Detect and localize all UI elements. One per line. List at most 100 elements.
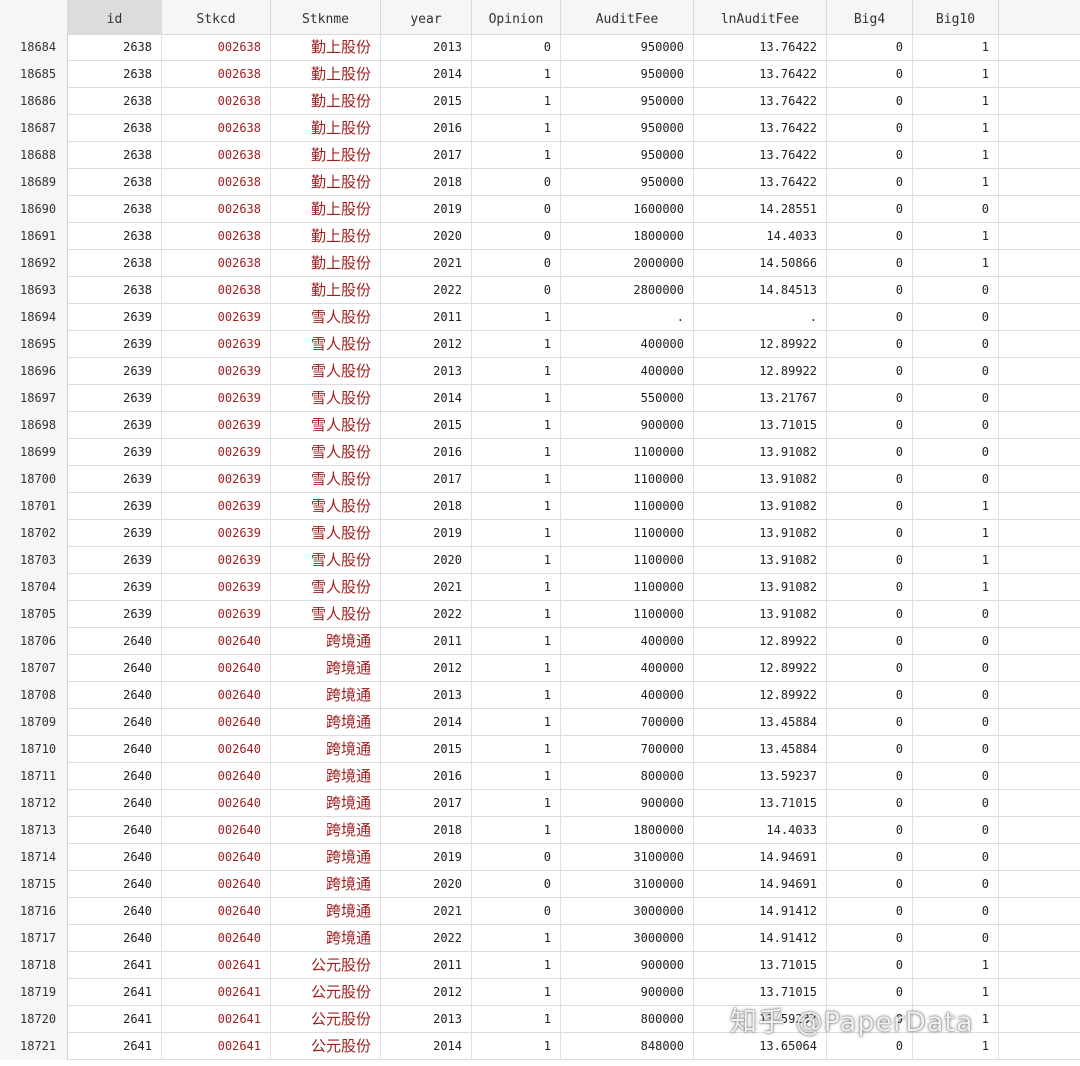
year-cell[interactable]: 2022 [381, 277, 472, 304]
year-cell[interactable]: 2014 [381, 1033, 472, 1060]
id-cell[interactable]: 2641 [68, 979, 162, 1006]
id-cell[interactable]: 2639 [68, 601, 162, 628]
stkcd-cell[interactable]: 002638 [162, 169, 271, 196]
stkcd-cell[interactable]: 002639 [162, 601, 271, 628]
table-row[interactable]: 18706 2640 002640 跨境通 2011 1 400000 12.89922 0 0 [0, 628, 1080, 655]
big4-cell[interactable]: 0 [827, 655, 913, 682]
big10-cell[interactable]: 1 [913, 250, 999, 277]
lnauditfee-cell[interactable]: 14.94691 [694, 844, 827, 871]
year-cell[interactable]: 2017 [381, 142, 472, 169]
year-cell[interactable]: 2022 [381, 925, 472, 952]
stkcd-cell[interactable]: 002638 [162, 61, 271, 88]
stkcd-cell[interactable]: 002639 [162, 547, 271, 574]
table-row[interactable]: 18693 2638 002638 勤上股份 2022 0 2800000 14.84513 0… [0, 277, 1080, 304]
id-cell[interactable]: 2640 [68, 817, 162, 844]
table-row[interactable]: 18714 2640 002640 跨境通 2019 0 3100000 14.94691 0 0 [0, 844, 1080, 871]
row-number[interactable]: 18708 [0, 682, 68, 709]
big10-cell[interactable]: 1 [913, 61, 999, 88]
year-cell[interactable]: 2020 [381, 223, 472, 250]
table-row[interactable]: 18711 2640 002640 跨境通 2016 1 800000 13.59237 0 0 [0, 763, 1080, 790]
big4-cell[interactable]: 0 [827, 979, 913, 1006]
lnauditfee-cell[interactable]: 12.89922 [694, 628, 827, 655]
opinion-cell[interactable]: 1 [472, 925, 561, 952]
auditfee-cell[interactable]: 400000 [561, 358, 694, 385]
big10-cell[interactable]: 1 [913, 547, 999, 574]
id-cell[interactable]: 2640 [68, 628, 162, 655]
year-cell[interactable]: 2020 [381, 547, 472, 574]
stkcd-cell[interactable]: 002639 [162, 331, 271, 358]
table-row[interactable]: 18703 2639 002639 雪人股份 2020 1 1100000 13.91082 0… [0, 547, 1080, 574]
row-number[interactable]: 18721 [0, 1033, 68, 1060]
stkcd-cell[interactable]: 002640 [162, 925, 271, 952]
row-number[interactable]: 18699 [0, 439, 68, 466]
big4-cell[interactable]: 0 [827, 61, 913, 88]
big4-cell[interactable]: 0 [827, 412, 913, 439]
row-number[interactable]: 18707 [0, 655, 68, 682]
row-number[interactable]: 18698 [0, 412, 68, 439]
table-row[interactable]: 18688 2638 002638 勤上股份 2017 1 950000 13.76422 0 1 [0, 142, 1080, 169]
lnauditfee-cell[interactable]: 13.91082 [694, 601, 827, 628]
lnauditfee-cell[interactable]: 14.91412 [694, 925, 827, 952]
big10-cell[interactable]: 0 [913, 898, 999, 925]
auditfee-cell[interactable]: 800000 [561, 763, 694, 790]
lnauditfee-cell[interactable]: 13.76422 [694, 61, 827, 88]
year-cell[interactable]: 2012 [381, 655, 472, 682]
stknme-cell[interactable]: 跨境通 [271, 682, 381, 709]
big10-cell[interactable]: 1 [913, 1006, 999, 1033]
stknme-cell[interactable]: 跨境通 [271, 655, 381, 682]
stknme-cell[interactable]: 公元股份 [271, 979, 381, 1006]
stkcd-cell[interactable]: 002639 [162, 493, 271, 520]
auditfee-cell[interactable]: 900000 [561, 790, 694, 817]
opinion-cell[interactable]: 1 [472, 628, 561, 655]
year-cell[interactable]: 2021 [381, 250, 472, 277]
stkcd-cell[interactable]: 002640 [162, 790, 271, 817]
table-row[interactable]: 18701 2639 002639 雪人股份 2018 1 1100000 13.91082 0… [0, 493, 1080, 520]
opinion-cell[interactable]: 0 [472, 871, 561, 898]
big10-cell[interactable]: 0 [913, 331, 999, 358]
auditfee-cell[interactable]: 400000 [561, 331, 694, 358]
stknme-cell[interactable]: 雪人股份 [271, 574, 381, 601]
auditfee-cell[interactable]: 1100000 [561, 547, 694, 574]
lnauditfee-cell[interactable]: 13.91082 [694, 493, 827, 520]
opinion-cell[interactable]: 1 [472, 331, 561, 358]
big10-cell[interactable]: 1 [913, 142, 999, 169]
opinion-cell[interactable]: 1 [472, 493, 561, 520]
id-cell[interactable]: 2641 [68, 952, 162, 979]
big10-cell[interactable]: 0 [913, 682, 999, 709]
row-number[interactable]: 18701 [0, 493, 68, 520]
lnauditfee-cell[interactable]: 12.89922 [694, 358, 827, 385]
lnauditfee-cell[interactable]: 13.76422 [694, 169, 827, 196]
lnauditfee-cell[interactable]: 13.91082 [694, 574, 827, 601]
big10-cell[interactable]: 0 [913, 601, 999, 628]
stkcd-cell[interactable]: 002638 [162, 142, 271, 169]
big10-cell[interactable]: 0 [913, 412, 999, 439]
table-row[interactable]: 18685 2638 002638 勤上股份 2014 1 950000 13.76422 0 1 [0, 61, 1080, 88]
row-number[interactable]: 18692 [0, 250, 68, 277]
table-row[interactable]: 18713 2640 002640 跨境通 2018 1 1800000 14.4033 0 0 [0, 817, 1080, 844]
opinion-cell[interactable]: 1 [472, 412, 561, 439]
lnauditfee-cell[interactable]: 13.71015 [694, 952, 827, 979]
table-row[interactable]: 18696 2639 002639 雪人股份 2013 1 400000 12.89922 0 0 [0, 358, 1080, 385]
big4-cell[interactable]: 0 [827, 304, 913, 331]
year-cell[interactable]: 2017 [381, 790, 472, 817]
big4-cell[interactable]: 0 [827, 736, 913, 763]
big10-cell[interactable]: 0 [913, 763, 999, 790]
big4-cell[interactable]: 0 [827, 790, 913, 817]
id-cell[interactable]: 2639 [68, 493, 162, 520]
id-cell[interactable]: 2640 [68, 682, 162, 709]
id-cell[interactable]: 2640 [68, 655, 162, 682]
stknme-cell[interactable]: 雪人股份 [271, 493, 381, 520]
id-cell[interactable]: 2641 [68, 1033, 162, 1060]
lnauditfee-cell[interactable]: 13.91082 [694, 520, 827, 547]
auditfee-cell[interactable]: 1100000 [561, 493, 694, 520]
lnauditfee-cell[interactable]: 13.71015 [694, 790, 827, 817]
row-number[interactable]: 18694 [0, 304, 68, 331]
stknme-cell[interactable]: 跨境通 [271, 925, 381, 952]
opinion-cell[interactable]: 1 [472, 790, 561, 817]
big4-cell[interactable]: 0 [827, 493, 913, 520]
stknme-cell[interactable]: 跨境通 [271, 817, 381, 844]
id-cell[interactable]: 2638 [68, 277, 162, 304]
big10-cell[interactable]: 0 [913, 385, 999, 412]
year-cell[interactable]: 2013 [381, 358, 472, 385]
opinion-cell[interactable]: 0 [472, 34, 561, 61]
